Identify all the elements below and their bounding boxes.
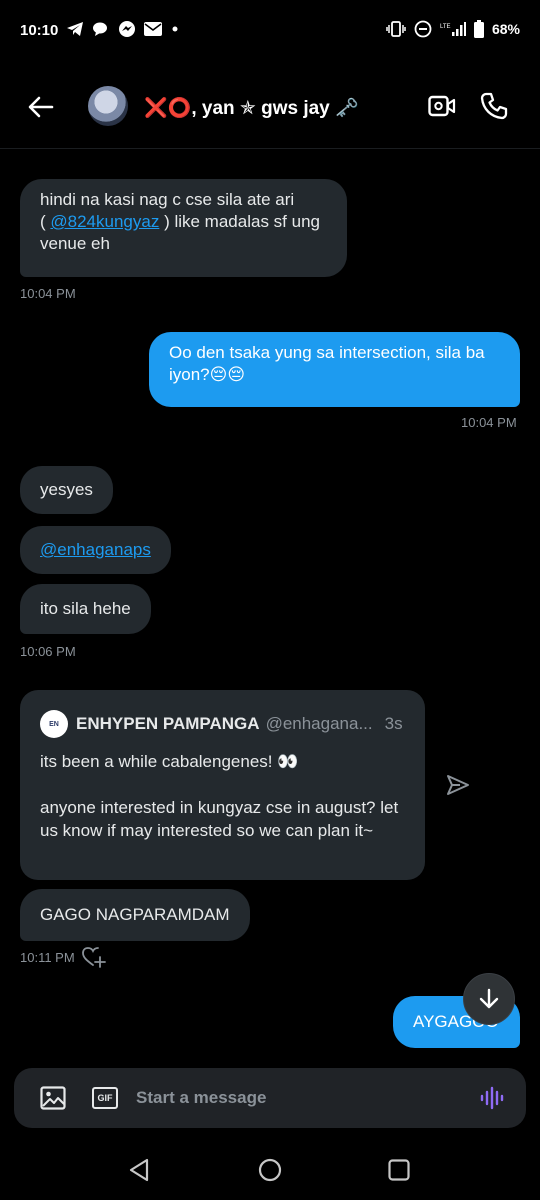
svg-text:LTE: LTE	[440, 24, 451, 30]
incoming-message[interactable]: @enhaganaps	[20, 526, 171, 574]
conversation-title[interactable]: ❌⭕, yan ✯ gws jay 🗝️	[144, 96, 359, 120]
post-line: its been a while cabalengenes! 👀	[40, 752, 299, 771]
back-arrow-icon[interactable]	[28, 96, 54, 118]
status-bar: 10:10 LTE 68%	[0, 0, 540, 64]
arrow-down-icon	[479, 988, 499, 1009]
header-divider	[0, 148, 540, 149]
phone-call-icon[interactable]	[480, 92, 508, 120]
title-emoji: ❌⭕	[144, 98, 192, 119]
lte-signal-icon: LTE	[440, 22, 466, 36]
incoming-message[interactable]: GAGO NAGPARAMDAM	[20, 889, 250, 941]
incoming-message[interactable]: yesyes	[20, 466, 113, 514]
message-line: ( @824kungyaz ) like madalas sf ung	[40, 211, 327, 233]
messenger-icon	[119, 21, 135, 37]
message-timestamp: 10:11 PM	[20, 950, 75, 965]
telegram-icon	[67, 22, 83, 36]
scroll-to-bottom-button[interactable]	[463, 973, 515, 1025]
mention-link[interactable]: @824kungyaz	[50, 212, 159, 231]
shared-post-header: EN ENHYPEN PAMPANGA @enhagana... 3s	[40, 710, 405, 738]
post-author-handle: @enhagana...	[265, 714, 373, 733]
message-timestamp: 10:06 PM	[20, 644, 76, 659]
image-icon[interactable]	[40, 1086, 66, 1110]
battery-percent: 68%	[491, 21, 520, 37]
incoming-message[interactable]: ito sila hehe	[20, 584, 151, 634]
nav-back-icon[interactable]	[127, 1158, 151, 1182]
status-time: 10:10	[20, 22, 59, 39]
message-input[interactable]: Start a message	[136, 1088, 266, 1108]
outgoing-message[interactable]: Oo den tsaka yung sa intersection, sila …	[149, 332, 520, 407]
avatar[interactable]	[88, 86, 128, 126]
post-author-name: ENHYPEN PAMPANGA	[76, 714, 260, 733]
chat-bubbles-icon	[93, 22, 107, 36]
message-text: (	[40, 212, 51, 231]
incoming-message[interactable]: hindi na kasi nag c cse sila ate ari ( @…	[20, 179, 347, 277]
message-timestamp: 10:04 PM	[20, 286, 76, 301]
message-text: ) like madalas sf ung	[159, 212, 320, 231]
mention-link[interactable]: @enhaganaps	[40, 540, 151, 559]
share-icon[interactable]	[446, 774, 470, 796]
system-navigation-bar	[0, 1140, 540, 1200]
video-call-icon[interactable]	[428, 94, 456, 118]
nav-home-icon[interactable]	[258, 1158, 282, 1182]
post-age: 3s	[384, 714, 403, 733]
vibrate-icon	[386, 21, 406, 37]
battery-icon	[473, 20, 484, 38]
post-author-avatar: EN	[40, 710, 68, 738]
notification-icons	[66, 20, 180, 38]
post-line: anyone interested in kungyaz cse in augu…	[40, 798, 399, 840]
post-body: its been a while cabalengenes! 👀 anyone …	[40, 750, 405, 842]
dot-icon	[172, 26, 178, 32]
voice-message-icon[interactable]	[480, 1086, 504, 1110]
do-not-disturb-icon	[414, 20, 432, 38]
shared-post-card[interactable]: EN ENHYPEN PAMPANGA @enhagana... 3s its …	[20, 690, 425, 880]
gif-button[interactable]: GIF	[92, 1087, 118, 1109]
mail-icon	[144, 22, 162, 36]
message-line: venue eh	[40, 234, 110, 253]
title-text: , yan ✯ gws jay 🗝️	[191, 98, 359, 119]
nav-recents-icon[interactable]	[388, 1159, 410, 1181]
message-timestamp: 10:04 PM	[461, 415, 517, 430]
system-icons: LTE 68%	[386, 20, 520, 38]
message-line: hindi na kasi nag c cse sila ate ari	[40, 190, 295, 209]
add-reaction-icon[interactable]	[82, 946, 106, 968]
message-composer[interactable]: GIF Start a message	[14, 1068, 526, 1128]
